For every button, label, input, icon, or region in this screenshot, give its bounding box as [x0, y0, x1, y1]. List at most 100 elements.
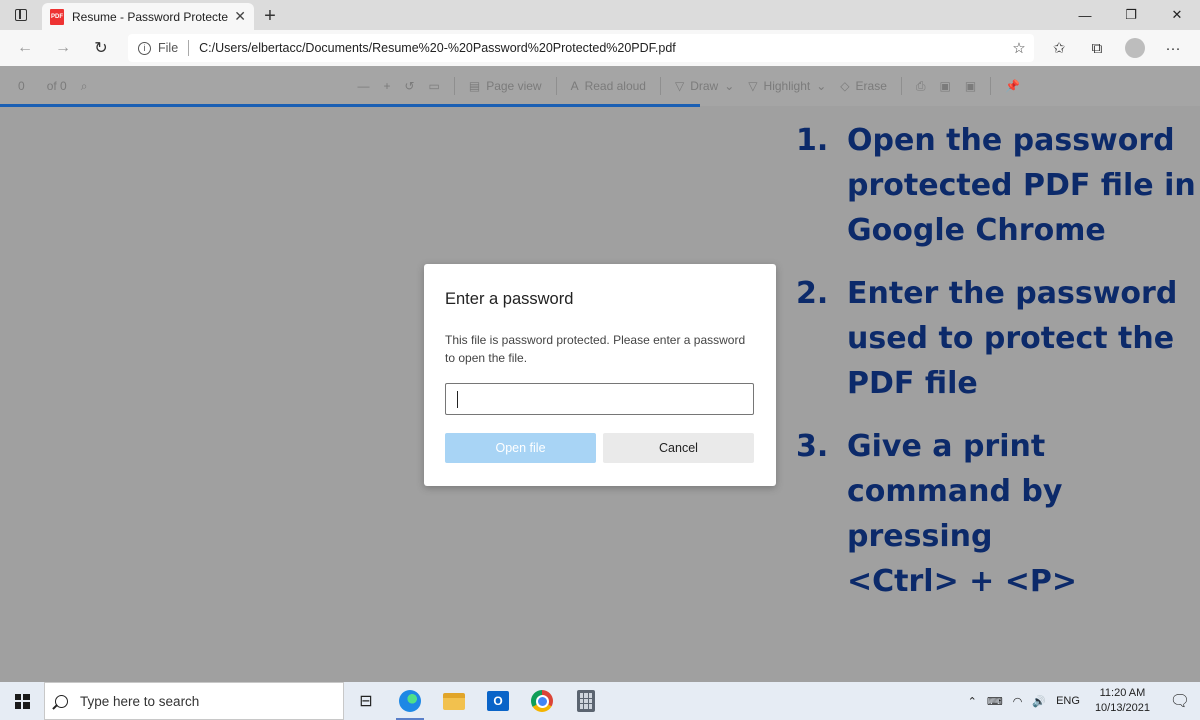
title-bar: PDF Resume - Password Protected PDF ✕ + …: [0, 0, 1200, 30]
task-view-icon: ⊟: [359, 693, 373, 710]
network-status-icon[interactable]: ⌨: [982, 695, 1008, 708]
draw-label: Draw: [690, 79, 719, 93]
taskbar-outlook[interactable]: O: [476, 682, 520, 720]
zoom-out-icon[interactable]: —: [357, 79, 369, 93]
cancel-button[interactable]: Cancel: [603, 433, 754, 463]
chrome-icon: [531, 690, 553, 712]
page-view-button[interactable]: ▤ Page view: [469, 79, 542, 93]
windows-logo-icon: [14, 693, 30, 709]
step-number: 1.: [796, 123, 829, 158]
dialog-title: Enter a password: [445, 290, 574, 308]
notifications-icon[interactable]: 🗨: [1160, 682, 1200, 720]
system-tray: ⌃ ⌨ ◠ 🔊 ENG 11:20 AM 10/13/2021 🗨: [963, 682, 1200, 720]
pdf-file-icon: PDF: [50, 8, 64, 25]
browser-toolbar: ✩ ⧉ ···: [1040, 30, 1192, 66]
toolbar-divider: [659, 77, 661, 95]
clock[interactable]: 11:20 AM 10/13/2021: [1085, 686, 1160, 716]
step-number: 2.: [796, 276, 829, 311]
step-number: 3.: [796, 429, 829, 464]
window-controls: — ❐ ✕: [1062, 0, 1200, 30]
chevron-down-icon[interactable]: ⌄: [724, 79, 734, 93]
taskbar-apps: ⊟ O: [344, 682, 608, 720]
instruction-steps: 1. Open the password protected PDF file …: [796, 118, 1196, 622]
volume-icon[interactable]: 🔊: [1027, 695, 1051, 708]
password-input[interactable]: [445, 383, 754, 415]
address-bar: ← → ↻ i File C:/Users/elbertacc/Document…: [0, 30, 1200, 66]
url-text[interactable]: C:/Users/elbertacc/Documents/Resume%20-%…: [199, 41, 1004, 55]
edge-icon: [399, 690, 421, 712]
taskbar: Type here to search ⊟ O ⌃ ⌨ ◠ 🔊 ENG 11:2…: [0, 682, 1200, 720]
taskbar-search[interactable]: Type here to search: [44, 682, 344, 720]
erase-button[interactable]: ◇ Erase: [840, 79, 887, 93]
toolbar-divider: [453, 77, 455, 95]
step-text: Give a print command by pressing <Ctrl> …: [847, 429, 1077, 599]
taskbar-file-explorer[interactable]: [432, 682, 476, 720]
print-icon[interactable]: ⎙: [916, 79, 926, 94]
fit-page-icon[interactable]: ▭: [429, 79, 440, 93]
profile-avatar[interactable]: [1125, 38, 1145, 58]
tab-close-icon[interactable]: ✕: [234, 8, 246, 25]
highlight-button[interactable]: ▽ Highlight ⌄: [748, 79, 826, 93]
tab-resume-pdf[interactable]: PDF Resume - Password Protected PDF ✕: [42, 3, 254, 30]
page-of-label: of 0: [46, 79, 67, 93]
wifi-icon[interactable]: ◠: [1008, 695, 1028, 708]
chevron-up-icon[interactable]: ⌃: [963, 695, 982, 708]
minimize-icon[interactable]: —: [1062, 0, 1108, 30]
taskbar-edge[interactable]: [388, 682, 432, 720]
tab-actions-button[interactable]: [0, 0, 42, 30]
url-bar[interactable]: i File C:/Users/elbertacc/Documents/Resu…: [128, 34, 1034, 62]
collections-icon[interactable]: ⧉: [1078, 30, 1116, 66]
read-aloud-label: Read aloud: [584, 79, 646, 93]
dialog-message: This file is password protected. Please …: [445, 333, 746, 365]
folder-icon: [443, 692, 465, 710]
favorites-icon[interactable]: ✩: [1040, 30, 1078, 66]
step-text: Enter the password used to protect the P…: [847, 276, 1178, 401]
save-as-icon[interactable]: ▣: [965, 79, 976, 93]
password-dialog: Enter a password This file is password p…: [424, 264, 776, 486]
taskbar-chrome[interactable]: [520, 682, 564, 720]
more-options-icon[interactable]: ···: [1154, 30, 1192, 66]
refresh-button[interactable]: ↻: [82, 30, 120, 66]
scheme-label: File: [158, 41, 179, 55]
page-count: of 0: [47, 79, 67, 93]
url-separator: [188, 40, 190, 56]
find-icon[interactable]: ⌕: [81, 79, 88, 94]
maximize-icon[interactable]: ❐: [1108, 0, 1154, 30]
chevron-down-icon[interactable]: ⌄: [816, 79, 826, 93]
toolbar-divider: [990, 77, 992, 95]
start-button[interactable]: [0, 682, 44, 720]
pin-icon[interactable]: 📌: [1005, 79, 1020, 93]
new-tab-button[interactable]: +: [254, 3, 286, 30]
language-indicator[interactable]: ENG: [1051, 695, 1085, 707]
zoom-in-icon[interactable]: +: [383, 79, 390, 93]
task-view-button[interactable]: ⊟: [344, 682, 388, 720]
taskbar-calculator[interactable]: [564, 682, 608, 720]
page-view-label: Page view: [486, 79, 542, 93]
search-placeholder: Type here to search: [80, 693, 200, 709]
draw-button[interactable]: ▽ Draw ⌄: [675, 79, 734, 93]
rotate-icon[interactable]: ↺: [404, 79, 414, 93]
read-aloud-icon: A: [570, 79, 579, 93]
add-favorite-icon[interactable]: ☆: [1004, 39, 1034, 57]
save-icon[interactable]: ▣: [940, 79, 951, 93]
tab-title: Resume - Password Protected PDF: [72, 9, 229, 24]
step-item: 3. Give a print command by pressing <Ctr…: [796, 424, 1196, 604]
page-view-icon: ▤: [468, 79, 481, 93]
open-file-button[interactable]: Open file: [445, 433, 596, 463]
tab-actions-icon: [15, 9, 27, 21]
step-item: 1. Open the password protected PDF file …: [796, 118, 1196, 253]
loading-progress-bar: [0, 104, 700, 107]
close-window-icon[interactable]: ✕: [1154, 0, 1200, 30]
back-button[interactable]: ←: [6, 30, 44, 66]
search-icon: [55, 694, 68, 708]
step-text: Open the password protected PDF file in …: [847, 123, 1196, 248]
outlook-icon: O: [487, 691, 509, 711]
read-aloud-button[interactable]: A Read aloud: [571, 79, 646, 93]
forward-button[interactable]: →: [44, 30, 82, 66]
clock-time: 11:20 AM: [1099, 687, 1146, 699]
page-number-field[interactable]: 0: [18, 79, 25, 93]
highlight-label: Highlight: [763, 79, 811, 93]
info-icon[interactable]: i: [138, 41, 151, 55]
toolbar-divider: [900, 77, 902, 95]
page-number: 0: [18, 79, 25, 93]
